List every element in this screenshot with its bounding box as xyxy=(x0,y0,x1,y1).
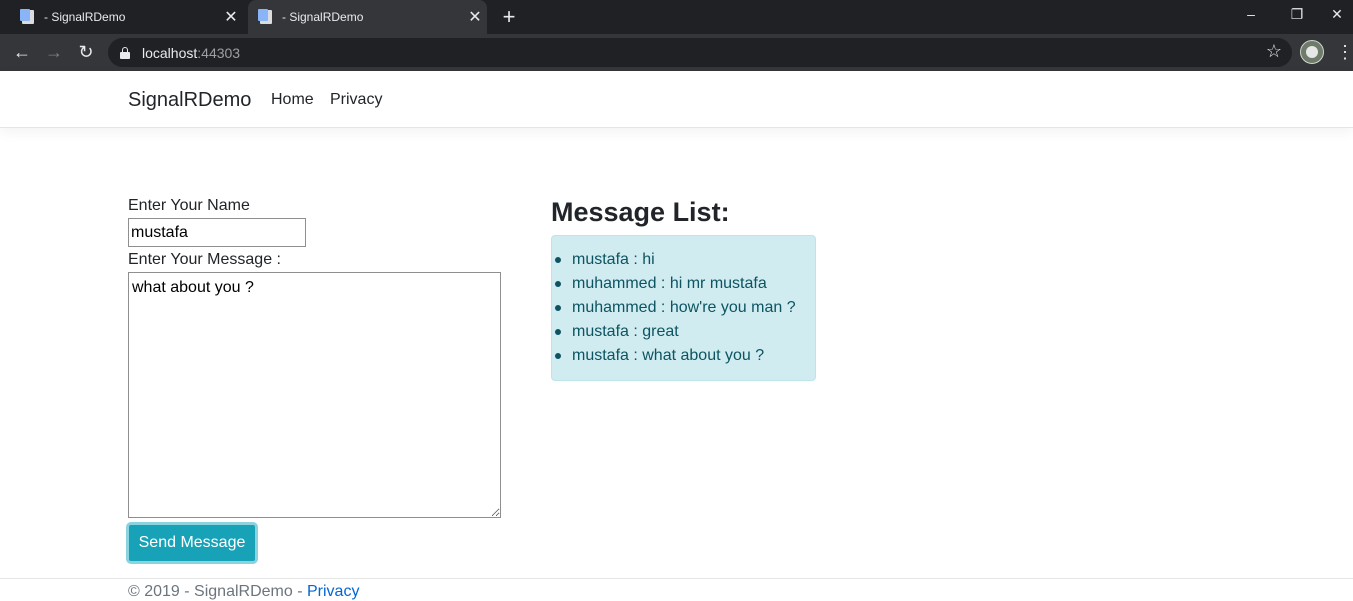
list-item: muhammed : how're you man ? xyxy=(552,296,815,320)
bullet-icon xyxy=(555,305,561,311)
nav-link-privacy[interactable]: Privacy xyxy=(330,91,382,109)
url-port: :44303 xyxy=(197,44,241,61)
message-list-panel: mustafa : hi muhammed : hi mr mustafa mu… xyxy=(551,235,816,381)
avatar[interactable] xyxy=(1300,40,1324,64)
page-icon xyxy=(20,9,35,25)
nav-link-home[interactable]: Home xyxy=(271,91,314,109)
minimize-icon[interactable]: – xyxy=(1228,0,1274,30)
back-arrow-icon[interactable]: ← xyxy=(8,38,36,66)
message-textarea[interactable]: what about you ? xyxy=(128,272,501,518)
list-item: mustafa : what about you ? xyxy=(552,344,815,368)
message-text: mustafa : what about you ? xyxy=(572,347,765,364)
site-footer: © 2019 - SignalRDemo - Privacy xyxy=(0,578,1353,601)
plus-icon[interactable]: + xyxy=(497,4,521,30)
name-label: Enter Your Name xyxy=(128,197,250,214)
tab-strip: - SignalRDemo ✕ - SignalRDemo ✕ + – ❐ ✕ xyxy=(0,0,1353,34)
bullet-icon xyxy=(555,353,561,359)
list-item: mustafa : great xyxy=(552,320,815,344)
send-message-button[interactable]: Send Message xyxy=(126,522,258,564)
bullet-icon xyxy=(555,281,561,287)
browser-tab-active[interactable]: - SignalRDemo ✕ xyxy=(248,0,487,34)
page-icon xyxy=(258,9,273,25)
message-text: muhammed : hi mr mustafa xyxy=(572,275,767,292)
name-input[interactable] xyxy=(128,218,306,247)
lock-icon xyxy=(120,46,130,59)
tab-title: - SignalRDemo xyxy=(44,10,126,24)
window-close-icon[interactable]: ✕ xyxy=(1314,0,1353,30)
site-brand[interactable]: SignalRDemo xyxy=(128,89,251,112)
close-icon[interactable]: ✕ xyxy=(219,7,243,27)
message-list: mustafa : hi muhammed : hi mr mustafa mu… xyxy=(552,248,815,368)
tab-title: - SignalRDemo xyxy=(282,10,364,24)
browser-tab[interactable]: - SignalRDemo ✕ xyxy=(0,0,243,34)
message-text: muhammed : how're you man ? xyxy=(572,299,796,316)
bullet-icon xyxy=(555,257,561,263)
message-text: mustafa : great xyxy=(572,323,679,340)
address-bar[interactable]: localhost:44303 ☆ xyxy=(108,38,1292,67)
footer-privacy-link[interactable]: Privacy xyxy=(307,583,359,600)
footer-text: © 2019 - SignalRDemo - Privacy xyxy=(128,583,359,601)
browser-toolbar: ← → ↻ localhost:44303 ☆ ⋮ xyxy=(0,34,1353,71)
copyright-text: © 2019 - SignalRDemo - xyxy=(128,583,307,600)
close-icon[interactable]: ✕ xyxy=(463,7,487,27)
menu-icon[interactable]: ⋮ xyxy=(1336,38,1353,66)
list-item: mustafa : hi xyxy=(552,248,815,272)
bullet-icon xyxy=(555,329,561,335)
url-host: localhost xyxy=(142,44,198,61)
list-item: muhammed : hi mr mustafa xyxy=(552,272,815,296)
message-text: mustafa : hi xyxy=(572,251,655,268)
star-icon[interactable]: ☆ xyxy=(1266,41,1282,62)
message-list-heading: Message List: xyxy=(551,197,730,227)
reload-icon[interactable]: ↻ xyxy=(72,38,100,66)
site-navbar: SignalRDemo Home Privacy xyxy=(0,71,1353,128)
message-label: Enter Your Message : xyxy=(128,251,281,268)
page-content: SignalRDemo Home Privacy Enter Your Name… xyxy=(0,71,1353,601)
forward-arrow-icon[interactable]: → xyxy=(40,38,68,66)
